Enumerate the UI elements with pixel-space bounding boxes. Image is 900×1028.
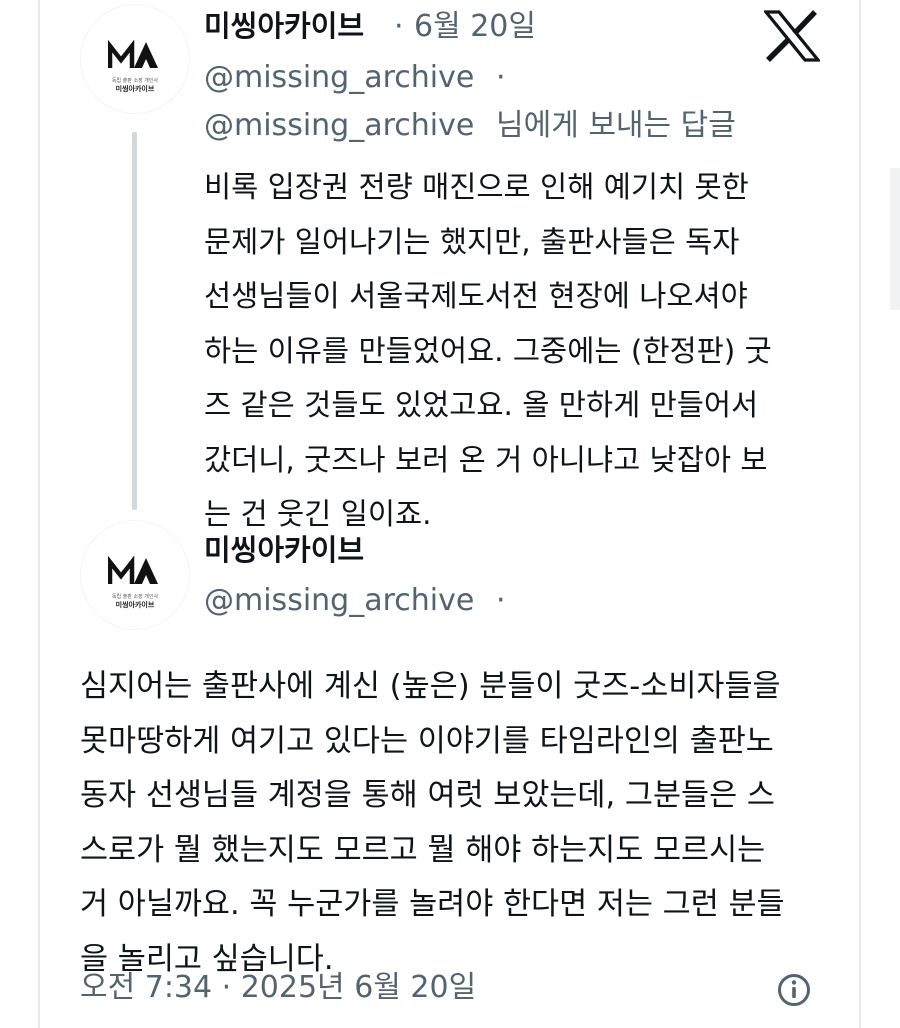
x-logo-icon[interactable]: [764, 10, 820, 62]
ma-logo-icon: [108, 555, 158, 584]
text-line: 즈 같은 것들도 있었고요. 올 만하게 만들어서: [204, 388, 759, 422]
text-line: 거 아닐까요. 꼭 누군가를 놀려야 한다면 저는 그런 분들: [80, 887, 785, 922]
text-line: 동자 선생님들 계정을 통해 여럿 보았는데, 그분들은 스: [80, 778, 775, 813]
text-line: 스로가 뭘 했는지도 모르고 뭘 해야 하는지도 모르시는: [80, 832, 766, 868]
logo-title: 미씽아카이브: [115, 599, 155, 609]
tweet-date[interactable]: 6월 20일: [414, 12, 536, 42]
ma-logo-icon: [108, 39, 158, 68]
avatar[interactable]: 독립 출판 소장 개인사 미씽아카이브: [80, 520, 190, 630]
display-name[interactable]: 미씽아카이브: [204, 12, 364, 41]
text-line: 갔더니, 굿즈나 보러 온 거 아니냐고 낮잡아 보: [204, 442, 768, 477]
info-icon[interactable]: [777, 973, 811, 1007]
side-scroll-strip: [890, 168, 900, 310]
text-line: 문제가 일어나기는 했지만, 출판사들은 독자: [204, 224, 740, 259]
meta-separator: ·: [394, 9, 404, 44]
reply-context-handle[interactable]: @missing_archive: [204, 111, 474, 141]
text-line: 비록 입장권 전량 매진으로 인해 예기치 못한: [204, 170, 749, 204]
text-line: 선생님들이 서울국제도서전 현장에 나오셔야: [204, 279, 748, 313]
handle-separator: ·: [496, 60, 506, 95]
user-handle[interactable]: @missing_archive: [204, 63, 474, 93]
card-border-right: [859, 0, 861, 1028]
handle-separator: ·: [496, 583, 506, 618]
text-line: 하는 이유를 만들었어요. 그중에는 (한정판) 굿: [204, 333, 772, 368]
thread-connector-line: [132, 132, 137, 510]
main-tweet-text: 심지어는 출판사에 계신 (높은) 분들이 굿즈-소비자들을 못마땅하게 여기고…: [80, 660, 785, 987]
text-line: 못마땅하게 여기고 있다는 이야기를 타임라인의 출판노: [80, 723, 774, 759]
tweet-timestamp[interactable]: 오전 7:34 · 2025년 6월 20일: [80, 973, 476, 1003]
display-name[interactable]: 미씽아카이브: [204, 536, 364, 565]
user-handle[interactable]: @missing_archive: [204, 586, 474, 616]
reply-context-text: 님에게 보내는 답글: [496, 108, 736, 143]
reply-tweet-text: 비록 입장권 전량 매진으로 인해 예기치 못한 문제가 일어나기는 했지만, …: [204, 160, 772, 542]
card-border-left: [38, 0, 40, 1028]
text-line: 심지어는 출판사에 계신 (높은) 분들이 굿즈-소비자들을: [80, 669, 781, 704]
avatar[interactable]: 독립 출판 소장 개인사 미씽아카이브: [80, 4, 190, 114]
logo-title: 미씽아카이브: [115, 83, 155, 93]
